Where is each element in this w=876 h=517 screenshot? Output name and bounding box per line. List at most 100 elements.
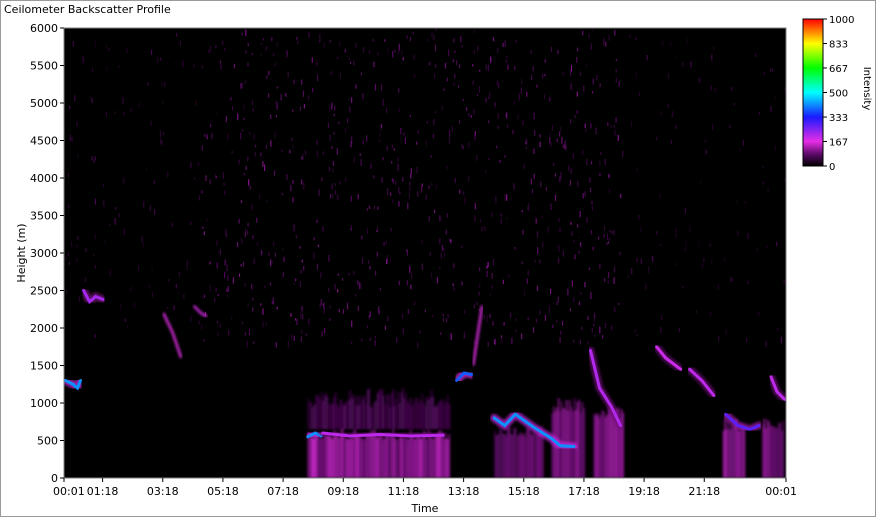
x-tick-label: 00:01: [765, 485, 797, 498]
x-tick-label: 21:18: [688, 485, 720, 498]
noise-mark: [607, 280, 609, 284]
noise-mark: [282, 272, 284, 277]
colorbar-tick-label: 167: [829, 137, 848, 148]
noise-mark: [709, 243, 711, 247]
x-axis-label: Time: [411, 502, 439, 515]
noise-mark: [506, 55, 508, 58]
noise-mark: [459, 189, 461, 194]
low-return-column: [773, 426, 775, 478]
noise-mark: [241, 33, 243, 36]
noise-mark: [473, 30, 475, 34]
noise-mark: [276, 306, 278, 310]
noise-mark: [733, 103, 735, 106]
noise-mark: [783, 280, 785, 284]
noise-mark: [523, 163, 525, 170]
noise-mark: [592, 28, 594, 32]
noise-mark: [245, 50, 247, 55]
noise-mark: [142, 241, 144, 248]
low-return-column: [779, 422, 782, 478]
noise-mark: [394, 49, 396, 53]
noise-mark: [588, 267, 590, 270]
noise-mark: [410, 167, 412, 175]
low-return-column: [768, 421, 770, 478]
low-return-column: [421, 393, 423, 430]
noise-mark: [443, 248, 445, 252]
noise-mark: [240, 132, 242, 140]
noise-mark: [362, 93, 364, 100]
noise-mark: [540, 181, 542, 188]
noise-mark: [269, 282, 272, 286]
noise-mark: [386, 107, 388, 114]
noise-mark: [395, 180, 397, 185]
noise-mark: [533, 327, 535, 333]
noise-mark: [596, 74, 598, 81]
low-return-column: [500, 429, 503, 478]
noise-mark: [291, 334, 293, 340]
noise-mark: [242, 321, 244, 325]
noise-mark: [544, 59, 546, 63]
noise-mark: [292, 180, 294, 184]
low-return-column: [513, 427, 515, 478]
noise-mark: [261, 42, 263, 45]
noise-mark: [246, 340, 248, 348]
noise-mark: [534, 260, 536, 263]
low-return-column: [363, 395, 366, 430]
noise-mark: [256, 242, 259, 246]
noise-mark: [392, 199, 394, 204]
noise-mark: [537, 231, 539, 238]
x-axis: 00:01 01:18 03:18 05:18 07:18 09:18 11:18 13:18…: [53, 478, 797, 498]
noise-mark: [448, 137, 451, 144]
noise-mark: [381, 177, 383, 183]
low-return-column: [599, 414, 602, 478]
low-return-column: [732, 427, 734, 478]
noise-mark: [392, 179, 394, 184]
noise-mark: [614, 129, 616, 137]
noise-mark: [76, 244, 78, 248]
noise-mark: [377, 52, 379, 56]
low-return-column: [366, 389, 369, 430]
noise-mark: [521, 78, 523, 85]
noise-mark: [576, 110, 578, 114]
low-return-column: [437, 403, 439, 430]
noise-mark: [153, 180, 155, 185]
noise-mark: [329, 194, 332, 199]
noise-mark: [512, 129, 514, 135]
noise-mark: [485, 97, 487, 104]
low-return-column: [365, 404, 367, 430]
noise-mark: [506, 112, 508, 119]
low-return-column: [578, 399, 581, 478]
noise-mark: [82, 55, 84, 62]
noise-mark: [247, 230, 249, 235]
noise-mark: [618, 80, 620, 87]
low-return-column: [344, 434, 347, 478]
noise-mark: [369, 337, 371, 341]
noise-mark: [457, 84, 460, 89]
noise-mark: [591, 205, 593, 211]
noise-mark: [407, 309, 409, 314]
noise-mark: [453, 83, 455, 86]
noise-mark: [201, 190, 203, 194]
noise-mark: [367, 84, 369, 87]
low-return-column: [426, 439, 428, 478]
noise-mark: [329, 318, 331, 321]
noise-mark: [698, 241, 700, 248]
noise-mark: [160, 138, 162, 145]
low-return-column: [408, 438, 411, 478]
noise-mark: [754, 54, 757, 58]
noise-mark: [542, 241, 544, 248]
low-return-column: [342, 433, 345, 478]
noise-mark: [449, 239, 451, 242]
noise-mark: [302, 90, 305, 97]
low-return-column: [336, 431, 339, 478]
noise-mark: [431, 182, 433, 187]
noise-mark: [532, 66, 534, 72]
noise-mark: [574, 254, 576, 260]
noise-mark: [552, 324, 554, 329]
low-return-column: [386, 433, 388, 478]
noise-mark: [240, 264, 242, 267]
noise-mark: [524, 289, 526, 297]
noise-mark: [478, 291, 480, 296]
noise-mark: [606, 242, 608, 245]
noise-mark: [406, 34, 408, 40]
noise-mark: [201, 65, 204, 69]
